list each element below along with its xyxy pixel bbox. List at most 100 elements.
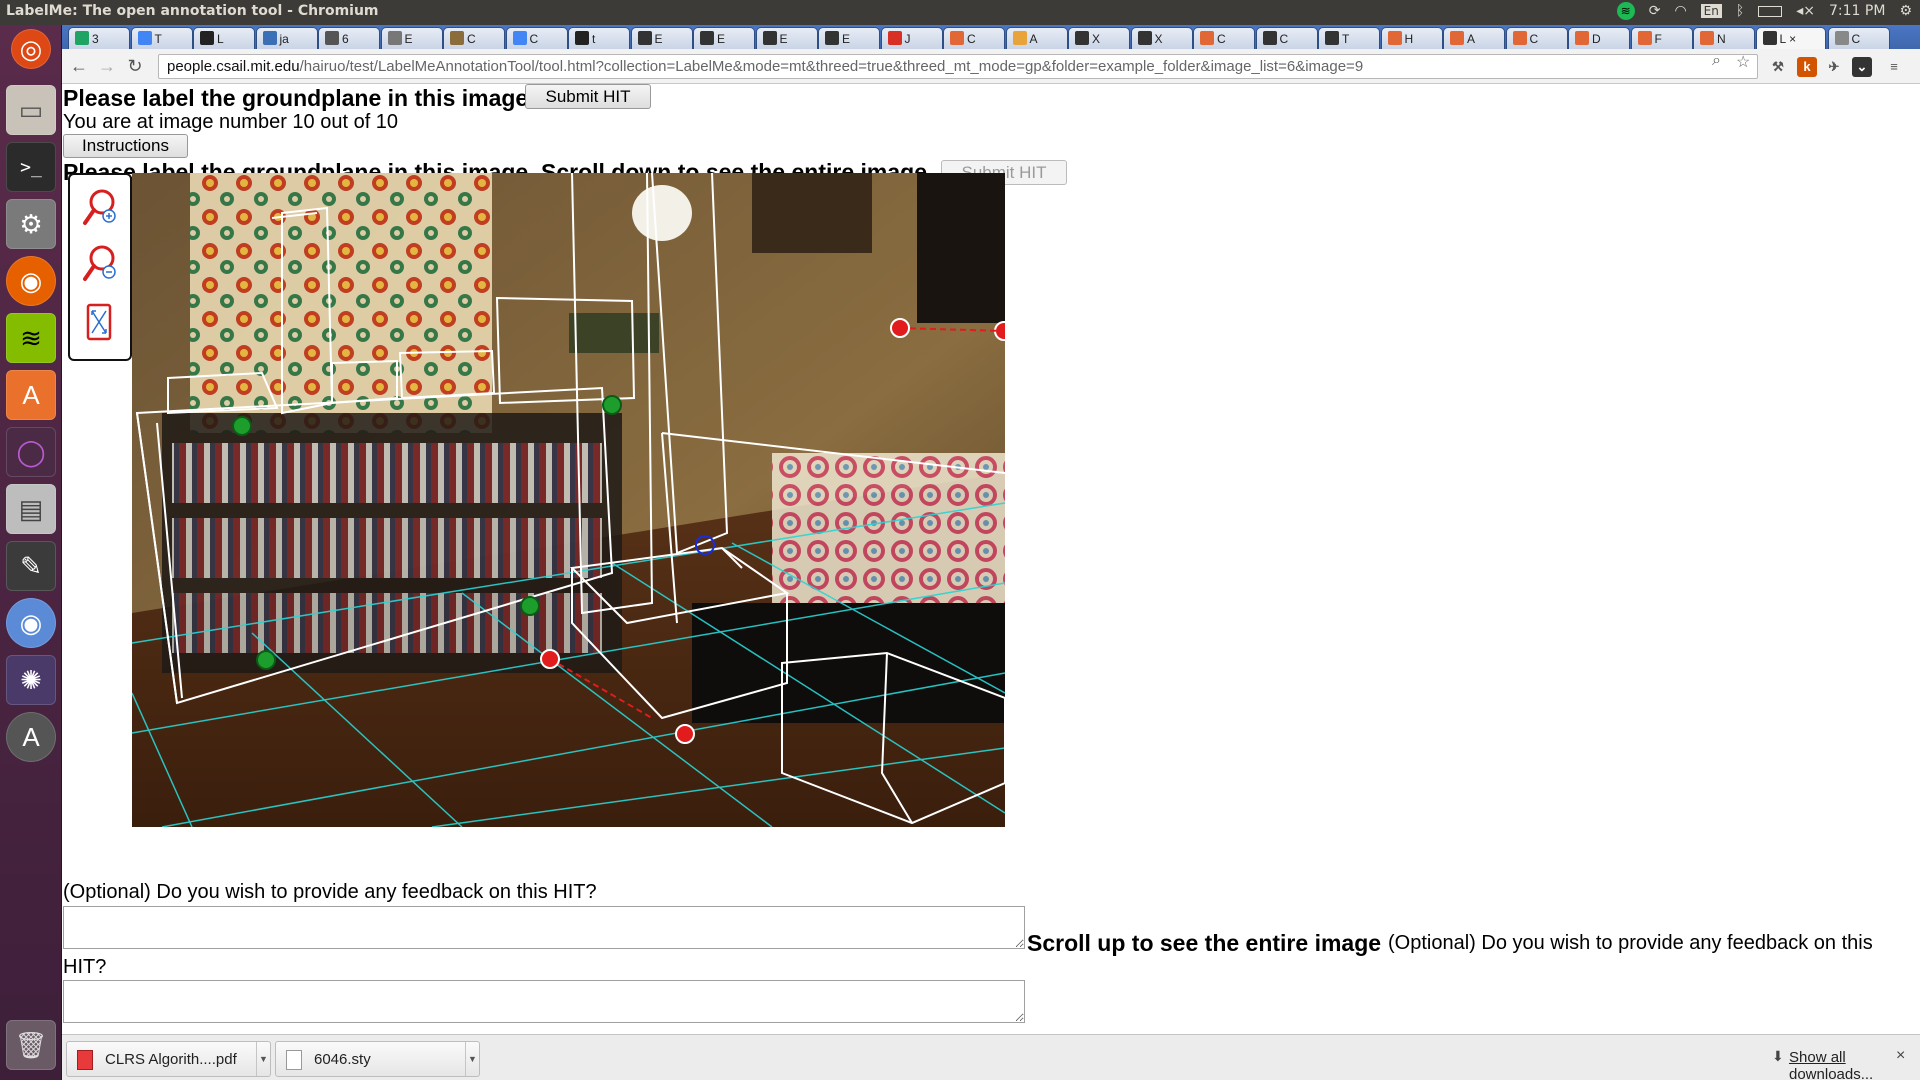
browser-tab[interactable]: E bbox=[818, 27, 880, 49]
keyboard-layout-indicator[interactable]: En bbox=[1700, 4, 1722, 18]
clock[interactable]: 7:11 PM bbox=[1829, 3, 1885, 19]
search-icon[interactable]: ⌕ bbox=[1712, 52, 1721, 70]
matlab-icon bbox=[1512, 31, 1527, 45]
gmail-icon bbox=[887, 31, 902, 45]
browser-tab[interactable]: C bbox=[943, 27, 1005, 49]
browser-tab[interactable]: E bbox=[630, 27, 693, 49]
download-item-pdf[interactable]: CLRS Algorith....pdf ▼ bbox=[66, 1041, 271, 1077]
k-extension-icon[interactable]: k bbox=[1797, 57, 1817, 77]
matlab-icon bbox=[1637, 31, 1652, 45]
spotify-icon[interactable]: ≋ bbox=[6, 313, 56, 363]
instructions-button[interactable]: Instructions bbox=[63, 134, 188, 158]
tab-label: E bbox=[779, 32, 788, 46]
browser-tab[interactable]: C bbox=[1255, 27, 1318, 49]
zoom-out-icon[interactable] bbox=[78, 241, 122, 287]
reload-button[interactable]: ↻ bbox=[124, 55, 146, 77]
wikipedia-icon bbox=[1262, 31, 1277, 45]
annotation-canvas[interactable] bbox=[132, 173, 1005, 827]
trash-icon[interactable]: 🗑 bbox=[6, 1020, 56, 1070]
feedback-textarea[interactable] bbox=[63, 906, 1025, 949]
browser-tab[interactable]: ja bbox=[255, 27, 318, 49]
download-item-sty[interactable]: 6046.sty ▼ bbox=[275, 1041, 480, 1077]
bluetooth-icon[interactable]: ᛒ bbox=[1736, 3, 1744, 19]
unity-icon[interactable]: ◯ bbox=[6, 427, 56, 477]
browser-tab[interactable]: X bbox=[1068, 27, 1130, 49]
tab-label: J bbox=[904, 32, 911, 46]
submit-hit-button[interactable]: Submit HIT bbox=[525, 84, 651, 109]
update-manager-icon[interactable]: A bbox=[6, 712, 56, 762]
browser-tab[interactable]: E bbox=[693, 27, 755, 49]
settings-gear-icon[interactable]: ⚙ bbox=[1899, 3, 1912, 19]
browser-tab[interactable]: C bbox=[1505, 27, 1568, 49]
menu-icon[interactable]: ≡ bbox=[1884, 57, 1904, 77]
terminal-icon[interactable]: >_ bbox=[6, 142, 56, 192]
matlab-icon bbox=[1700, 31, 1714, 45]
browser-tab[interactable]: D bbox=[1568, 27, 1630, 49]
tab-close-icon[interactable]: × bbox=[1786, 32, 1796, 46]
browser-tab[interactable]: C bbox=[1827, 27, 1890, 49]
feedback-question: (Optional) Do you wish to provide any fe… bbox=[63, 881, 597, 903]
software-center-icon[interactable]: A bbox=[6, 370, 56, 420]
browser-tab[interactable]: C bbox=[505, 27, 568, 49]
volume-icon[interactable]: ◂× bbox=[1796, 3, 1815, 19]
inkscape-icon[interactable]: ✎ bbox=[6, 541, 56, 591]
wikipedia-icon bbox=[1325, 31, 1339, 45]
zoom-in-icon[interactable] bbox=[78, 185, 122, 231]
wolfram-icon bbox=[637, 31, 652, 45]
browser-tab[interactable]: J bbox=[880, 27, 943, 49]
browser-tab[interactable]: E bbox=[380, 27, 443, 49]
tab-label: E bbox=[717, 32, 726, 46]
tab-label: T bbox=[1342, 32, 1350, 46]
wolfram-icon bbox=[825, 31, 839, 45]
bookmark-star-icon[interactable]: ☆ bbox=[1736, 52, 1750, 72]
files-icon[interactable]: ▭ bbox=[6, 85, 56, 135]
extension-icon[interactable]: ⚒ bbox=[1768, 57, 1788, 77]
system-settings-icon[interactable]: ⚙ bbox=[6, 199, 56, 249]
pocket-icon[interactable]: ⌄ bbox=[1852, 57, 1872, 77]
page-icon bbox=[1834, 31, 1849, 45]
browser-tab[interactable]: F bbox=[1630, 27, 1693, 49]
browser-tab[interactable]: C bbox=[1193, 27, 1255, 49]
address-bar[interactable]: people.csail.mit.edu/hairuo/test/LabelMe… bbox=[158, 54, 1758, 79]
disk-icon[interactable]: ▤ bbox=[6, 484, 56, 534]
window-title: LabelMe: The open annotation tool - Chro… bbox=[6, 3, 379, 19]
scholar-icon bbox=[450, 31, 464, 45]
dash-icon[interactable]: ◎ bbox=[11, 29, 51, 69]
browser-tab[interactable]: 6 bbox=[318, 27, 380, 49]
browser-tab[interactable]: L bbox=[193, 27, 255, 49]
chevron-down-icon[interactable]: ▼ bbox=[256, 1042, 270, 1076]
browser-toolbar: ← → ↻ people.csail.mit.edu/hairuo/test/L… bbox=[62, 49, 1920, 84]
browser-tab[interactable]: C bbox=[443, 27, 505, 49]
chromium-icon[interactable]: ◉ bbox=[6, 598, 56, 648]
browser-tab[interactable]: t bbox=[568, 27, 630, 49]
browser-tab[interactable]: T bbox=[130, 27, 193, 49]
back-button[interactable]: ← bbox=[68, 55, 90, 77]
browser-tab[interactable]: X bbox=[1130, 27, 1193, 49]
fit-image-icon[interactable] bbox=[78, 299, 122, 345]
wifi-icon[interactable]: ◠ bbox=[1674, 3, 1686, 19]
tab-label: A bbox=[1467, 32, 1476, 46]
browser-tab[interactable]: T bbox=[1318, 27, 1380, 49]
chevron-down-icon[interactable]: ▼ bbox=[465, 1042, 479, 1076]
browser-tab[interactable]: A bbox=[1443, 27, 1505, 49]
close-icon[interactable]: × bbox=[1896, 1047, 1905, 1065]
extension-badge-icon[interactable]: ✈ bbox=[1824, 57, 1844, 77]
shotwell-icon[interactable]: ✺ bbox=[6, 655, 56, 705]
browser-tab[interactable]: E bbox=[755, 27, 818, 49]
feedback-textarea-2[interactable] bbox=[63, 980, 1025, 1023]
browser-tab[interactable]: L × bbox=[1755, 27, 1826, 49]
tab-label: D bbox=[1592, 32, 1601, 46]
spotify-tray-icon[interactable]: ≋ bbox=[1616, 2, 1635, 20]
scholar-icon bbox=[1012, 31, 1027, 45]
battery-icon[interactable] bbox=[1758, 5, 1783, 17]
browser-tab[interactable]: 3 bbox=[68, 27, 130, 49]
forward-button[interactable]: → bbox=[96, 55, 118, 77]
tab-label: C bbox=[1529, 32, 1539, 46]
browser-tab[interactable]: N bbox=[1693, 27, 1755, 49]
browser-tab[interactable]: H bbox=[1380, 27, 1443, 49]
w3-icon bbox=[1075, 31, 1089, 45]
firefox-icon[interactable]: ◉ bbox=[6, 256, 56, 306]
sync-icon[interactable]: ⟳ bbox=[1649, 3, 1661, 19]
browser-tab[interactable]: A bbox=[1005, 27, 1068, 49]
scroll-up-text: Scroll up to see the entire image bbox=[1027, 930, 1382, 956]
